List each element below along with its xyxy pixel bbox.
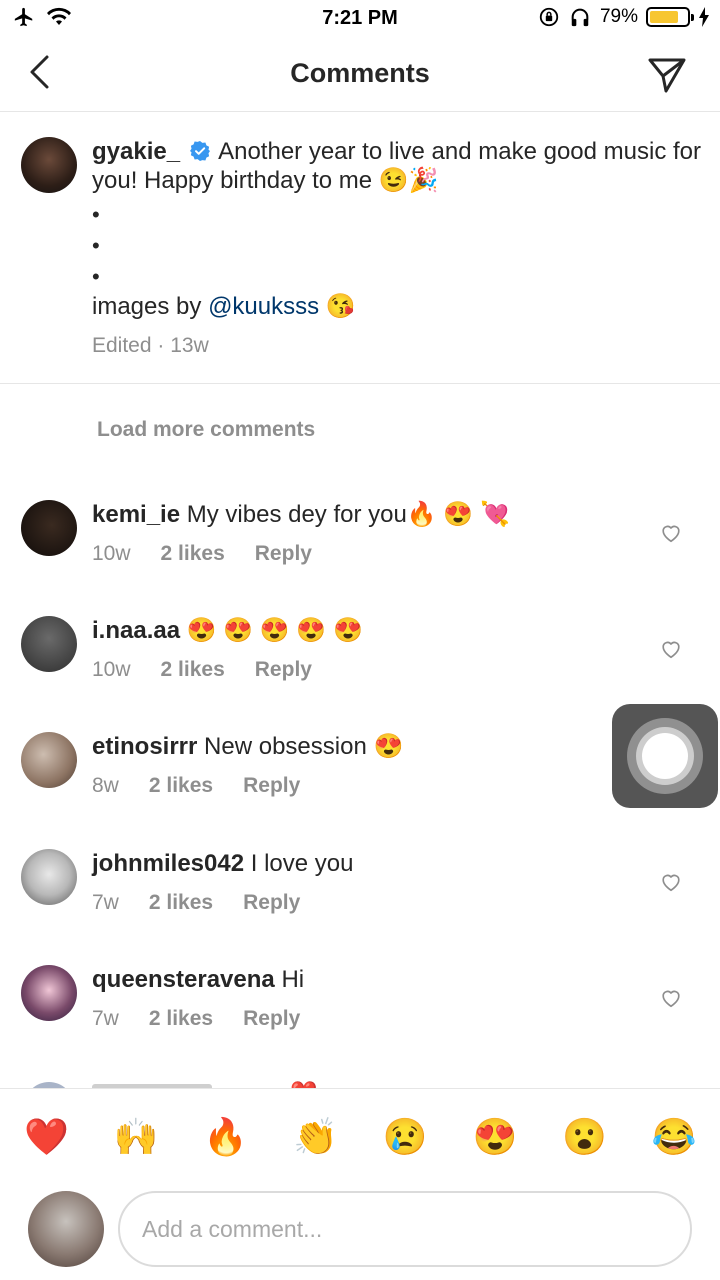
comment-body: etinosirrr New obsession 😍 8w 2 likes Re… <box>92 732 652 798</box>
comment-composer <box>0 1189 720 1269</box>
quick-reaction-row: ❤️ 🙌 🔥 👏 😢 😍 😮 😂 <box>0 1113 720 1161</box>
share-button[interactable] <box>646 54 688 96</box>
credit-prefix: images by <box>92 293 209 320</box>
avatar[interactable] <box>21 732 77 788</box>
comments-header: Comments <box>0 36 720 112</box>
reply-button[interactable]: Reply <box>243 774 300 798</box>
comment-username[interactable]: johnmiles042 <box>92 850 244 877</box>
assistive-ring <box>642 733 688 779</box>
comment-body: queensteravena Hi 7w 2 likes Reply <box>92 965 652 1031</box>
comment-composer-bar: ❤️ 🙌 🔥 👏 😢 😍 😮 😂 <box>0 1088 720 1280</box>
comment-time: 7w <box>92 891 119 914</box>
reaction-laughing-emoji[interactable]: 😂 <box>652 1113 697 1161</box>
comment-body: i.naa.aa 😍 😍 😍 😍 😍 10w 2 likes Reply <box>92 616 652 682</box>
direct-message-icon <box>648 58 686 93</box>
post-caption: gyakie_ Another year to live and make go… <box>0 112 720 384</box>
reaction-heart-emoji[interactable]: ❤️ <box>24 1113 69 1161</box>
comment-text: johnmiles042 I love you <box>92 849 652 879</box>
comment-username[interactable]: i.naa.aa <box>92 617 180 644</box>
caption-bullet: • <box>92 202 100 227</box>
caption-bullet: • <box>92 233 100 258</box>
avatar[interactable] <box>21 965 77 1021</box>
comment-time: 8w <box>92 774 119 797</box>
avatar[interactable] <box>21 137 77 193</box>
comment-message: My vibes dey for you🔥 😍 💘 <box>186 501 510 528</box>
comment-input[interactable] <box>118 1191 692 1267</box>
comment-body: kemi_ie My vibes dey for you🔥 😍 💘 10w 2 … <box>92 500 652 566</box>
comment-username[interactable]: etinosirrr <box>92 733 197 760</box>
comment-meta: 7w 2 likes Reply <box>92 1007 652 1031</box>
comment-time: 10w <box>92 542 131 565</box>
reaction-fire-emoji[interactable]: 🔥 <box>203 1113 248 1161</box>
comment-text: i.naa.aa 😍 😍 😍 😍 😍 <box>92 616 652 646</box>
mention-link[interactable]: @kuuksss <box>208 293 319 320</box>
like-heart-icon[interactable] <box>660 638 682 660</box>
load-more-comments-button[interactable]: Load more comments <box>97 418 315 442</box>
battery-icon <box>646 7 694 27</box>
comment-time: 10w <box>92 658 131 681</box>
caption-text: gyakie_ Another year to live and make go… <box>92 137 702 195</box>
caption-meta: Edited · 13w <box>92 334 209 357</box>
verified-badge-icon <box>189 141 210 161</box>
like-heart-icon[interactable] <box>660 522 682 544</box>
reaction-clap-emoji[interactable]: 👏 <box>293 1113 338 1161</box>
charging-icon <box>699 7 709 27</box>
comment-item: kemi_ie My vibes dey for you🔥 😍 💘 10w 2 … <box>0 500 720 616</box>
comment-username[interactable]: kemi_ie <box>92 501 180 528</box>
comment-text: queensteravena Hi <box>92 965 652 995</box>
headphones-icon <box>571 8 589 27</box>
caption-bullets: • • • <box>92 199 702 292</box>
battery-percent: 79% <box>599 6 638 27</box>
status-bar: 7:21 PM 79% <box>0 0 720 36</box>
reply-button[interactable]: Reply <box>255 542 312 566</box>
like-heart-icon[interactable] <box>660 871 682 893</box>
comment-meta: 7w 2 likes Reply <box>92 891 652 915</box>
like-heart-icon[interactable] <box>660 987 682 1009</box>
caption-username[interactable]: gyakie_ <box>92 138 180 165</box>
reaction-surprised-emoji[interactable]: 😮 <box>562 1113 607 1161</box>
status-right: 79% <box>538 6 710 28</box>
comment-likes-link[interactable]: 2 likes <box>149 774 213 798</box>
comment-item: queensteravena Hi 7w 2 likes Reply <box>0 965 720 1081</box>
comment-meta: 10w 2 likes Reply <box>92 658 652 682</box>
comment-meta: 10w 2 likes Reply <box>92 542 652 566</box>
caption-credit: images by @kuuksss 😘 <box>92 292 702 321</box>
reaction-raised-hands-emoji[interactable]: 🙌 <box>114 1113 159 1161</box>
comment-message: Hi <box>281 966 305 993</box>
comment-message: 😍 😍 😍 😍 😍 <box>186 617 363 644</box>
assistive-touch-button[interactable] <box>612 704 718 808</box>
reply-button[interactable]: Reply <box>255 658 312 682</box>
caption-main-text: Another year to live and make good music… <box>92 138 702 194</box>
comment-username[interactable]: queensteravena <box>92 966 275 993</box>
comment-message: New obsession 😍 <box>204 733 404 760</box>
comment-body: johnmiles042 I love you 7w 2 likes Reply <box>92 849 652 915</box>
reply-button[interactable]: Reply <box>243 891 300 915</box>
battery-fill <box>650 11 679 23</box>
avatar[interactable] <box>21 500 77 556</box>
comment-time: 7w <box>92 1007 119 1030</box>
reaction-heart-eyes-emoji[interactable]: 😍 <box>473 1113 518 1161</box>
avatar[interactable] <box>21 616 77 672</box>
comment-likes-link[interactable]: 2 likes <box>161 542 225 566</box>
orientation-lock-icon <box>539 7 559 27</box>
current-user-avatar <box>28 1191 104 1267</box>
avatar[interactable] <box>21 849 77 905</box>
reply-button[interactable]: Reply <box>243 1007 300 1031</box>
comment-text: kemi_ie My vibes dey for you🔥 😍 💘 <box>92 500 652 530</box>
page-title: Comments <box>290 58 430 88</box>
comment-likes-link[interactable]: 2 likes <box>149 1007 213 1031</box>
caption-body: gyakie_ Another year to live and make go… <box>92 137 702 360</box>
reaction-crying-emoji[interactable]: 😢 <box>383 1113 428 1161</box>
comment-meta: 8w 2 likes Reply <box>92 774 652 798</box>
comment-text: etinosirrr New obsession 😍 <box>92 732 652 762</box>
comment-item: johnmiles042 I love you 7w 2 likes Reply <box>0 849 720 965</box>
comment-message: I love you <box>250 850 354 877</box>
caption-bullet: • <box>92 264 100 289</box>
credit-suffix: 😘 <box>319 293 356 320</box>
comment-likes-link[interactable]: 2 likes <box>161 658 225 682</box>
comment-item: i.naa.aa 😍 😍 😍 😍 😍 10w 2 likes Reply <box>0 616 720 732</box>
comment-likes-link[interactable]: 2 likes <box>149 891 213 915</box>
